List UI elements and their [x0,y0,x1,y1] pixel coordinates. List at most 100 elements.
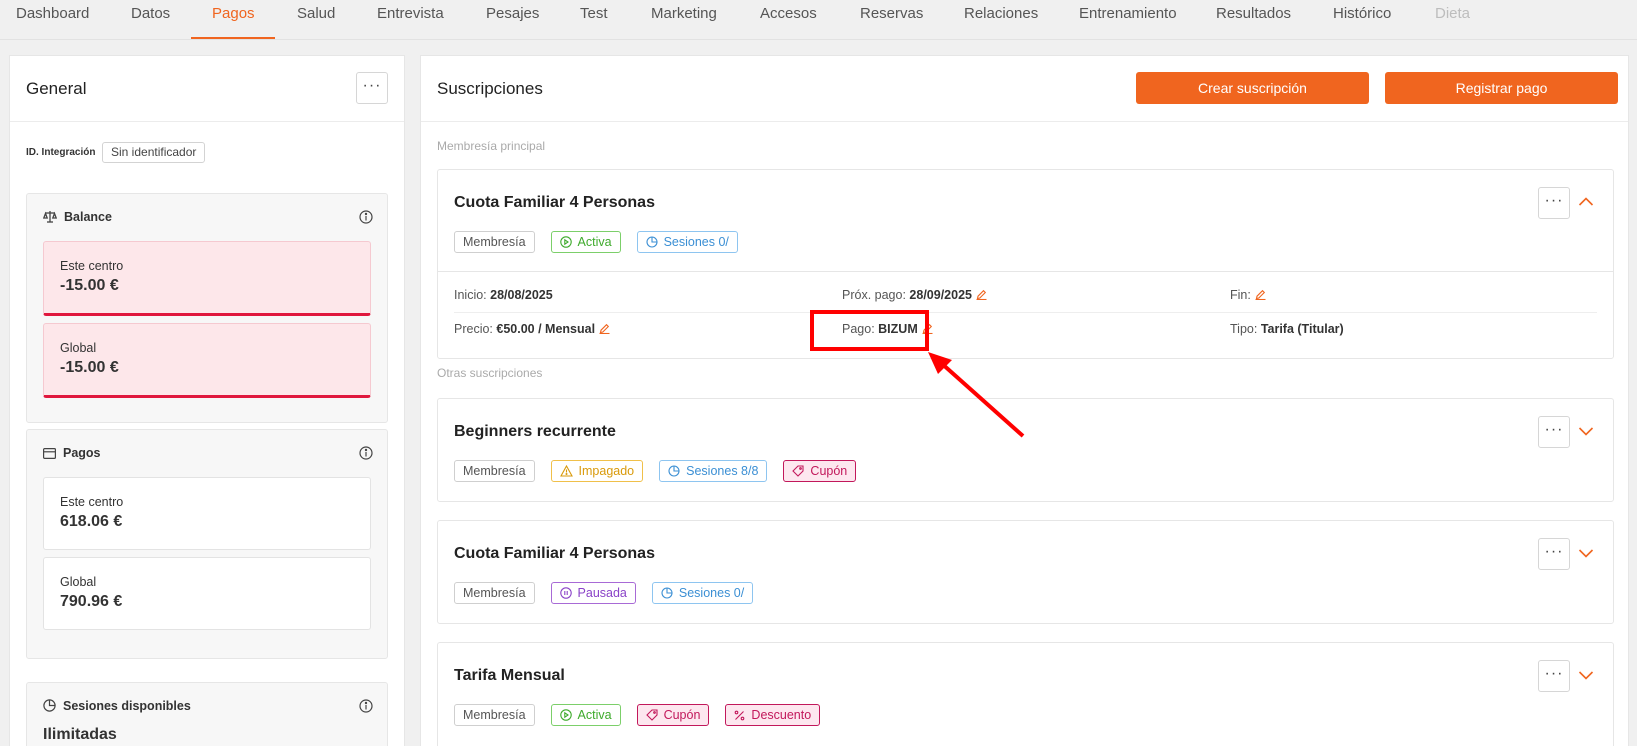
detail-next-payment-label: Próx. pago: [842,288,906,302]
tag-sessions: Sesiones 8/8 [659,460,768,482]
tag-sessions-label: Sesiones 0/ [678,586,745,600]
payments-info-icon[interactable] [359,446,373,460]
subscription-name: Cuota Familiar 4 Personas [454,194,655,211]
balance-center-box: Este centro -15.00 € [43,241,371,316]
tag-sessions: Sesiones 0/ [636,231,738,253]
subscriptions-title: Suscripciones [437,79,543,98]
subscription-tags: Membresía Activa Cupón Descuento [454,704,821,726]
payments-title: Pagos [63,446,101,460]
scale-icon [42,211,58,223]
details-row-1: Inicio: 28/08/2025 Próx. pago: 28/09/202… [454,279,1597,313]
tab-reservas[interactable]: Reservas [860,0,923,40]
general-title: General [26,79,87,98]
subscription-more-button[interactable]: ··· [1538,187,1570,219]
details-row-2: Precio: €50.00 / Mensual Pago: BIZUM Tip… [454,313,1597,347]
pie-chart-icon [646,236,658,248]
tab-pagos[interactable]: Pagos [212,0,255,40]
detail-price-value: €50.00 / Mensual [496,322,596,336]
create-subscription-button[interactable]: Crear suscripción [1136,72,1369,104]
annotation-arrow-icon [928,352,1025,438]
detail-next-payment: Próx. pago: 28/09/2025 [842,288,987,302]
tab-accesos[interactable]: Accesos [760,0,817,40]
subscription-tags: Membresía Impagado Sesiones 8/8 Cupón [454,460,857,482]
subscription-details: Inicio: 28/08/2025 Próx. pago: 28/09/202… [438,271,1613,352]
detail-type-label: Tipo: [1230,322,1258,336]
tag-coupon-label: Cupón [663,708,701,722]
tag-discount-label: Descuento [751,708,812,722]
detail-price-label: Precio: [454,322,493,336]
tag-paused: Pausada [550,582,636,604]
balance-title: Balance [64,210,112,224]
sessions-card: Sesiones disponibles Ilimitadas [26,682,388,746]
tag-active: Activa [550,231,621,253]
payments-center-label: Este centro [60,495,124,509]
pause-circle-icon [559,587,572,599]
top-nav: Dashboard Datos Pagos Salud Entrevista P… [0,0,1637,40]
tag-discount: Descuento [725,704,821,726]
subscriptions-header: Suscripciones Crear suscripción Registra… [421,56,1628,122]
payments-global-label: Global [60,575,97,589]
tab-datos[interactable]: Datos [131,0,170,40]
detail-start: Inicio: 28/08/2025 [454,288,553,302]
sessions-info-icon[interactable] [359,699,373,713]
payments-center-value: 618.06 € [60,513,123,530]
subscription-name: Tarifa Mensual [454,667,565,684]
main-membership-label: Membresía principal [437,139,546,153]
general-header: General ··· [10,56,404,122]
balance-global-value: -15.00 € [60,359,119,376]
detail-type-value: Tarifa (Titular) [1260,322,1344,336]
payments-center-box: Este centro 618.06 € [43,477,371,550]
edit-pencil-icon[interactable] [599,323,610,335]
other-subscriptions-label: Otras suscripciones [437,366,543,380]
tag-membership: Membresía [454,231,535,253]
tag-membership: Membresía [454,582,535,604]
tag-active: Activa [550,704,621,726]
integration-id-badge: Sin identificador [102,142,206,163]
main-subscription-card: Cuota Familiar 4 Personas ··· Membresía … [437,169,1614,359]
tab-pesajes[interactable]: Pesajes [486,0,539,40]
chevron-up-icon[interactable] [1578,196,1594,208]
tag-sessions-label: Sesiones 0/ [663,235,729,249]
tab-relaciones[interactable]: Relaciones [964,0,1038,40]
general-panel: General ··· ID. Integración Sin identifi… [9,55,405,746]
tab-dashboard[interactable]: Dashboard [16,0,89,40]
edit-pencil-icon[interactable] [976,289,987,301]
pie-chart-icon [668,465,680,477]
active-tab-indicator [191,37,275,39]
tag-sessions: Sesiones 0/ [651,582,754,604]
balance-card: Balance Este centro -15.00 € Global -15.… [26,193,388,423]
subscription-more-button[interactable]: ··· [1538,660,1570,692]
subscription-name: Beginners recurrente [454,423,616,440]
tag-sessions-label: Sesiones 8/8 [686,464,759,478]
tab-marketing[interactable]: Marketing [651,0,717,40]
register-payment-button[interactable]: Registrar pago [1385,72,1618,104]
balance-center-value: -15.00 € [60,277,119,294]
payments-header: Pagos [43,446,101,460]
tab-entrevista[interactable]: Entrevista [377,0,444,40]
sessions-header: Sesiones disponibles [43,699,191,713]
chevron-down-icon[interactable] [1578,547,1594,559]
tag-membership: Membresía [454,460,535,482]
balance-info-icon[interactable] [359,210,373,224]
tab-historico[interactable]: Histórico [1333,0,1391,40]
tag-icon [645,709,658,721]
chevron-down-icon[interactable] [1578,425,1594,437]
credit-card-icon [43,448,57,460]
general-more-button[interactable]: ··· [356,72,388,104]
subscription-more-button[interactable]: ··· [1538,538,1570,570]
tag-active-label: Activa [577,708,612,722]
annotation-highlight-box [810,310,929,351]
tab-test[interactable]: Test [580,0,608,40]
payments-global-box: Global 790.96 € [43,557,371,630]
chevron-down-icon[interactable] [1578,669,1594,681]
detail-start-label: Inicio: [454,288,487,302]
detail-price: Precio: €50.00 / Mensual [454,322,610,336]
integration-id-label: ID. Integración [26,147,96,158]
edit-pencil-icon[interactable] [1255,289,1266,301]
tab-resultados[interactable]: Resultados [1216,0,1291,40]
tag-coupon: Cupón [783,460,857,482]
tab-salud[interactable]: Salud [297,0,335,40]
subscription-more-button[interactable]: ··· [1538,416,1570,448]
tab-entrenamiento[interactable]: Entrenamiento [1079,0,1177,40]
payments-card: Pagos Este centro 618.06 € Global 790.96… [26,429,388,659]
